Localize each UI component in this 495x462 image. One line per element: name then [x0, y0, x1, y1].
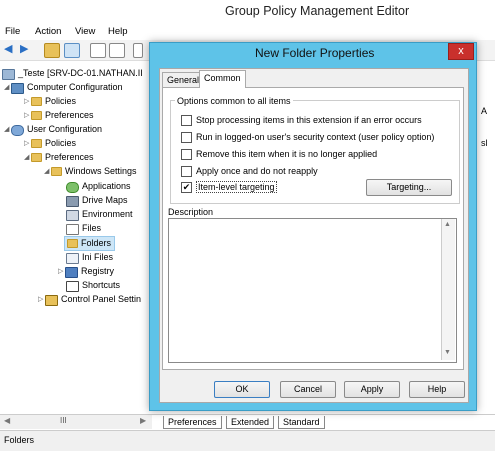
scroll-thumb-grip[interactable]: III: [60, 416, 67, 425]
expand-icon[interactable]: ▷: [24, 137, 31, 150]
folder-icon: [31, 139, 42, 148]
tree-item-control-panel-settings[interactable]: ▷ Control Panel Settin: [38, 293, 141, 306]
tab-extended[interactable]: Extended: [226, 416, 275, 429]
collapse-icon[interactable]: ◢: [4, 123, 11, 136]
collapse-icon[interactable]: ◢: [44, 165, 51, 178]
tree-item-shortcuts[interactable]: Shortcuts: [66, 279, 120, 292]
option-stop-processing[interactable]: Stop processing items in this extension …: [181, 114, 422, 126]
status-bar: [0, 430, 495, 451]
tree-item-windows-settings[interactable]: ◢ Windows Settings: [44, 165, 137, 178]
description-textarea[interactable]: [168, 218, 457, 363]
collapse-icon[interactable]: ◢: [24, 151, 31, 164]
expand-icon[interactable]: ▷: [58, 265, 65, 278]
checkbox[interactable]: [181, 115, 192, 126]
tree-item-files[interactable]: Files: [66, 222, 101, 235]
window-title: Group Policy Management Editor: [225, 4, 410, 18]
tree-item-user-configuration[interactable]: ◢ User Configuration: [4, 123, 102, 136]
scroll-down-icon[interactable]: ▼: [444, 349, 451, 356]
copy-icon[interactable]: [90, 43, 106, 58]
close-icon: x: [458, 45, 464, 57]
tree-item-applications[interactable]: Applications: [66, 180, 131, 193]
expand-icon[interactable]: ▷: [24, 95, 31, 108]
description-scrollbar[interactable]: [441, 219, 455, 360]
paste-icon[interactable]: [109, 43, 125, 58]
shortcuts-icon: [66, 281, 79, 292]
back-icon[interactable]: ◀: [4, 43, 18, 56]
expand-icon[interactable]: ▷: [24, 109, 31, 122]
folder-icon: [51, 167, 62, 176]
targeting-button[interactable]: Targeting...: [366, 179, 452, 196]
option-run-in-user-context[interactable]: Run in logged-on user's security context…: [181, 131, 434, 143]
scroll-right-icon[interactable]: ▶: [140, 416, 146, 425]
tree-item-policies-user[interactable]: ▷ Policies: [24, 137, 76, 150]
folder-icon: [31, 97, 42, 106]
up-folder-icon[interactable]: [44, 43, 60, 58]
apply-button[interactable]: Apply: [344, 381, 400, 398]
scroll-left-icon[interactable]: ◀: [4, 416, 10, 425]
ok-button[interactable]: OK: [214, 381, 270, 398]
checkbox[interactable]: [181, 149, 192, 160]
details-cell-fragment: sl: [481, 138, 488, 148]
help-button[interactable]: Help: [409, 381, 465, 398]
menu-help[interactable]: Help: [108, 26, 128, 37]
option-apply-once[interactable]: Apply once and do not reapply: [181, 165, 318, 177]
close-button[interactable]: x: [448, 43, 474, 60]
tab-general[interactable]: General: [162, 72, 205, 87]
menu-file[interactable]: File: [5, 26, 20, 37]
option-remove-when-not-applied[interactable]: Remove this item when it is no longer ap…: [181, 148, 377, 160]
tree-item-registry[interactable]: ▷ Registry: [58, 265, 114, 278]
files-icon: [66, 224, 79, 235]
menu-action[interactable]: Action: [35, 26, 61, 37]
registry-icon: [65, 267, 78, 278]
properties-icon[interactable]: [133, 43, 143, 58]
cancel-button[interactable]: Cancel: [280, 381, 336, 398]
tree-item-policy-root[interactable]: _Teste [SRV-DC-01.NATHAN.II: [2, 67, 143, 80]
tree-item-drive-maps[interactable]: Drive Maps: [66, 194, 128, 207]
tree-item-policies-computer[interactable]: ▷ Policies: [24, 95, 76, 108]
folder-icon: [67, 239, 78, 248]
description-label: Description: [168, 207, 214, 217]
drive-maps-icon: [66, 196, 79, 207]
options-group-title: Options common to all items: [175, 96, 293, 106]
tab-standard[interactable]: Standard: [278, 416, 325, 429]
tab-common[interactable]: Common: [199, 70, 246, 88]
ini-files-icon: [66, 253, 79, 264]
status-text: Folders: [4, 435, 35, 445]
details-header-fragment: A: [481, 106, 488, 116]
tree-item-environment[interactable]: Environment: [66, 208, 133, 221]
dialog-title: New Folder Properties: [255, 46, 375, 60]
menu-view[interactable]: View: [75, 26, 95, 37]
environment-icon: [66, 210, 79, 221]
policy-icon: [2, 69, 15, 80]
tree-item-folders[interactable]: Folders: [64, 236, 116, 251]
folder-icon: [31, 111, 42, 120]
forward-icon[interactable]: ▶: [20, 43, 34, 56]
folder-icon: [31, 153, 42, 162]
applications-icon: [66, 182, 79, 193]
control-panel-icon: [45, 295, 58, 306]
user-icon: [11, 125, 24, 136]
tree-item-ini-files[interactable]: Ini Files: [66, 251, 113, 264]
option-item-level-targeting[interactable]: ✔ Item-level targeting: [181, 181, 277, 193]
computer-icon: [11, 83, 24, 94]
collapse-icon[interactable]: ◢: [4, 81, 11, 94]
checkbox[interactable]: [181, 166, 192, 177]
tree-item-computer-configuration[interactable]: ◢ Computer Configuration: [4, 81, 123, 94]
tree-horizontal-scrollbar[interactable]: [0, 414, 152, 429]
tree-item-preferences-user[interactable]: ◢ Preferences: [24, 151, 94, 164]
tab-preferences[interactable]: Preferences: [163, 416, 222, 429]
expand-icon[interactable]: ▷: [38, 293, 45, 306]
tree-item-preferences-computer[interactable]: ▷ Preferences: [24, 109, 94, 122]
tree-pane: _Teste [SRV-DC-01.NATHAN.II ◢ Computer Co…: [0, 61, 150, 411]
show-hide-tree-icon[interactable]: [64, 43, 80, 58]
checkbox-checked[interactable]: ✔: [181, 182, 192, 193]
checkbox[interactable]: [181, 132, 192, 143]
scroll-up-icon[interactable]: ▲: [444, 221, 451, 228]
